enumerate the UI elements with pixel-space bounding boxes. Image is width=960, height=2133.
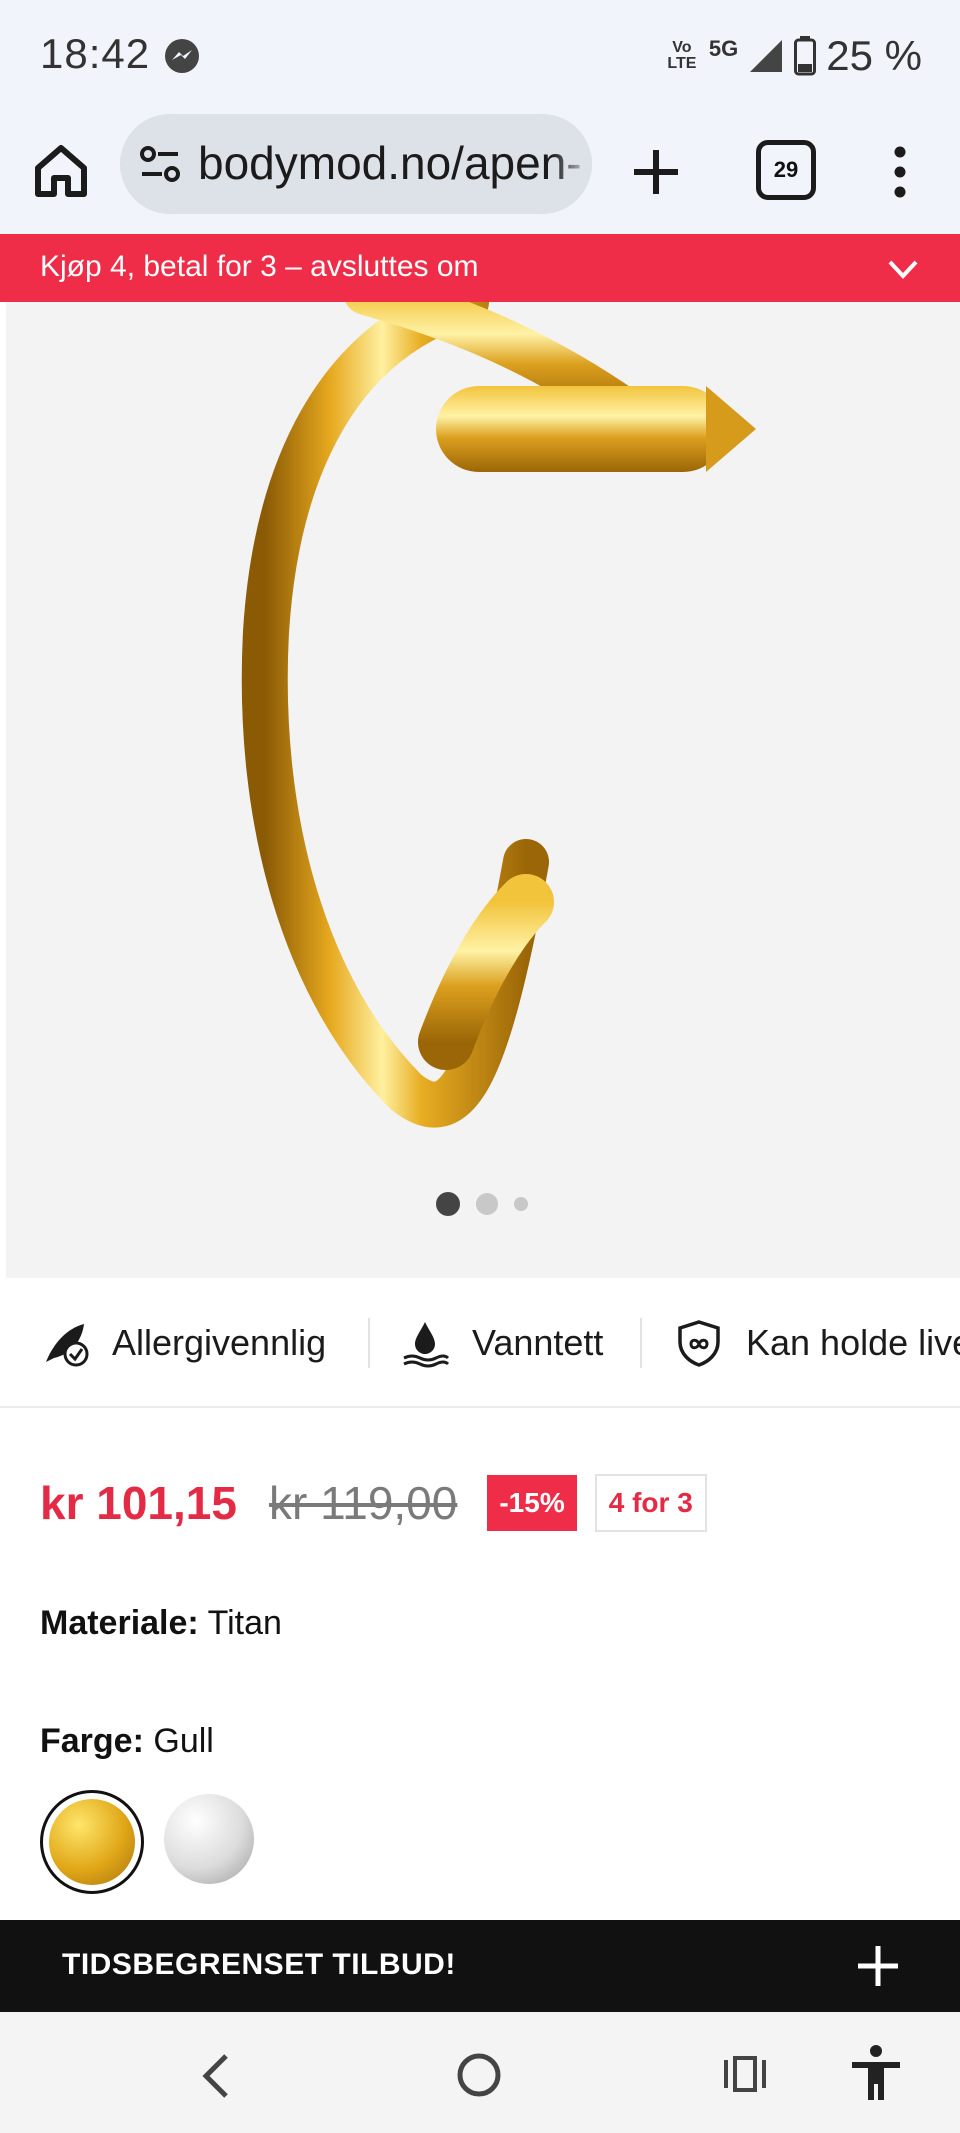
home-icon[interactable] <box>30 140 92 202</box>
price-row: kr 101,15 kr 119,00 -15% 4 for 3 <box>40 1472 707 1534</box>
product-image <box>241 302 756 1128</box>
battery-icon <box>794 36 817 76</box>
material-label: Materiale: <box>40 1604 199 1642</box>
feature-allergy-friendly: Allergivennlig <box>40 1318 326 1368</box>
feature-label: Kan holde live <box>746 1322 960 1363</box>
limited-offer-text: TIDSBEGRENSET TILBUD! <box>62 1948 456 1981</box>
feature-label: Allergivennlig <box>112 1322 327 1363</box>
expand-plus-icon[interactable] <box>852 1940 904 1992</box>
color-swatch-gold[interactable] <box>40 1790 144 1894</box>
battery-percent: 25 % <box>826 32 922 79</box>
feather-check-icon <box>46 1324 89 1367</box>
original-price: kr 119,00 <box>268 1477 458 1529</box>
water-drop-icon <box>403 1322 450 1368</box>
color-label: Farge: <box>40 1722 144 1760</box>
color-value: Gull <box>153 1722 214 1760</box>
overflow-menu-icon[interactable] <box>880 142 920 202</box>
gallery-pagination <box>436 1192 528 1216</box>
home-circle-icon[interactable] <box>456 2052 502 2098</box>
gold-swatch-fill <box>49 1799 135 1885</box>
network-type: 5G <box>708 36 739 61</box>
chevron-down-icon[interactable] <box>886 252 920 286</box>
browser-toolbar: bodymod.no/apen- 29 <box>0 112 960 234</box>
address-bar[interactable]: bodymod.no/apen- <box>120 114 592 214</box>
feature-lasts-lifetime: Kan holde live <box>674 1318 960 1368</box>
shield-infinity-icon <box>678 1320 720 1367</box>
back-icon[interactable] <box>196 2052 236 2100</box>
url-text[interactable]: bodymod.no/apen- <box>198 136 582 190</box>
feature-waterproof: Vanntett <box>400 1318 603 1368</box>
site-settings-icon[interactable] <box>138 144 182 184</box>
signal-icon <box>750 40 783 72</box>
gallery-dot-2[interactable] <box>476 1193 498 1215</box>
recents-icon[interactable] <box>722 2054 768 2094</box>
discount-badge: -15% <box>487 1475 577 1531</box>
material-attribute: Materiale: Titan <box>40 1604 282 1643</box>
color-attribute: Farge: Gull <box>40 1722 214 1761</box>
product-image-gallery[interactable] <box>6 302 960 1278</box>
color-swatch-silver[interactable] <box>164 1794 254 1884</box>
offer-badge: 4 for 3 <box>594 1474 707 1532</box>
new-tab-icon[interactable] <box>626 142 686 202</box>
gallery-dot-3[interactable] <box>514 1197 528 1211</box>
feature-label: Vanntett <box>472 1322 604 1363</box>
status-indicators: Vo LTE 5G 25 % <box>665 28 922 84</box>
material-value: Titan <box>207 1604 282 1642</box>
feature-divider <box>368 1318 370 1368</box>
feature-strip: Allergivennlig Vanntett Kan holde live <box>0 1280 960 1408</box>
status-time: 18:42 <box>40 30 151 77</box>
promo-text: Kjøp 4, betal for 3 – avsluttes om <box>40 250 479 283</box>
feature-divider <box>640 1318 642 1368</box>
current-price: kr 101,15 <box>40 1477 237 1529</box>
messenger-icon <box>165 39 199 73</box>
url-fade <box>552 114 592 214</box>
volte-indicator: Vo LTE <box>667 39 697 72</box>
system-navigation-bar <box>0 2012 960 2133</box>
limited-offer-bar[interactable]: TIDSBEGRENSET TILBUD! <box>0 1920 960 2012</box>
tab-switcher-button[interactable]: 29 <box>756 140 816 200</box>
promo-banner[interactable]: Kjøp 4, betal for 3 – avsluttes om <box>0 234 960 302</box>
accessibility-icon[interactable] <box>848 2044 904 2102</box>
gallery-dot-1[interactable] <box>436 1192 460 1216</box>
status-bar: 18:42 Vo LTE 5G 25 % <box>0 0 960 112</box>
